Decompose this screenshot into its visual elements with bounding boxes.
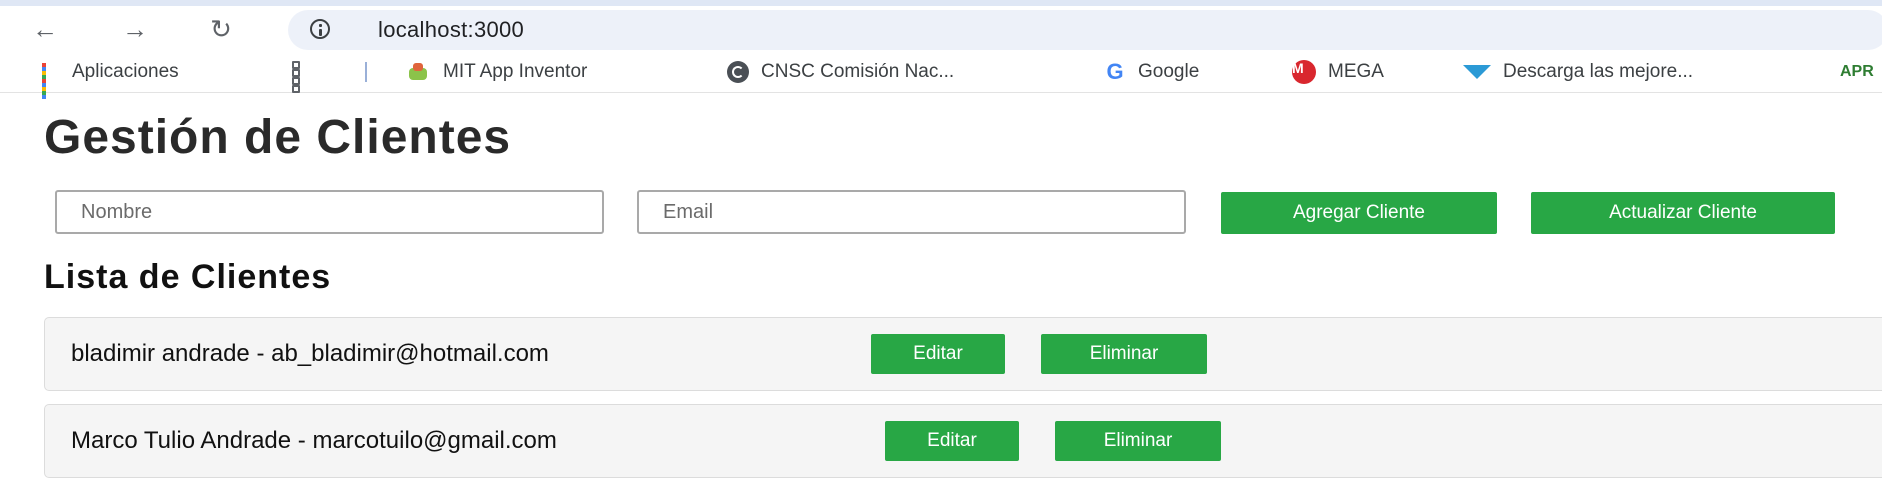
reload-icon[interactable]: ↻ — [204, 14, 238, 44]
list-item: Marco Tulio Andrade - marcotuilo@gmail.c… — [44, 404, 1882, 478]
mega-icon: M — [1292, 60, 1316, 84]
bookmark-descarga[interactable]: Descarga las mejore... — [1463, 52, 1693, 92]
list-title: Lista de Clientes — [44, 258, 332, 296]
name-input[interactable] — [55, 190, 604, 234]
delete-button[interactable]: Eliminar — [1041, 334, 1207, 374]
bookmark-apr[interactable]: APR — [1840, 52, 1874, 92]
apr-icon: APR — [1840, 63, 1874, 80]
bookmark-label: MEGA — [1328, 61, 1384, 82]
bookmark-cnsc[interactable]: CNSC Comisión Nac... — [727, 52, 954, 92]
bookmark-label: MIT App Inventor — [443, 61, 588, 82]
list-item: bladimir andrade - ab_bladimir@hotmail.c… — [44, 317, 1882, 391]
download-icon — [1463, 65, 1491, 79]
bookmark-mit-app-inventor[interactable]: MIT App Inventor — [405, 52, 587, 92]
mit-app-inventor-icon — [405, 62, 431, 82]
client-info: bladimir andrade - ab_bladimir@hotmail.c… — [71, 340, 549, 367]
delete-button[interactable]: Eliminar — [1055, 421, 1221, 461]
apps-grid-icon — [42, 63, 60, 99]
google-icon: G — [1106, 59, 1124, 84]
bookmark-label: CNSC Comisión Nac... — [761, 61, 955, 82]
bookmark-label: Google — [1138, 61, 1200, 82]
back-arrow-icon[interactable]: ← — [28, 14, 62, 44]
bookmarks-bar: Aplicaciones MIT App Inventor CNSC Comis… — [0, 52, 1882, 99]
url-text[interactable]: localhost:3000 — [378, 17, 524, 43]
client-info: Marco Tulio Andrade - marcotuilo@gmail.c… — [71, 427, 557, 454]
edit-button[interactable]: Editar — [871, 334, 1005, 374]
cnsc-icon — [727, 61, 749, 83]
edit-button[interactable]: Editar — [885, 421, 1019, 461]
bookmark-separator — [365, 62, 367, 82]
bookmark-aplicaciones[interactable]: Aplicaciones — [42, 52, 179, 99]
forward-arrow-icon[interactable]: → — [118, 14, 152, 44]
bookmark-google[interactable]: G Google — [1104, 52, 1199, 92]
bookmark-tab-groups[interactable] — [292, 52, 326, 93]
bookmark-mega[interactable]: M MEGA — [1292, 52, 1384, 92]
email-input[interactable] — [637, 190, 1186, 234]
bookmark-label: Aplicaciones — [72, 61, 179, 82]
info-icon[interactable] — [310, 19, 330, 39]
bookmark-label: Descarga las mejore... — [1503, 61, 1694, 82]
address-bar[interactable]: localhost:3000 — [288, 10, 1882, 50]
update-client-button[interactable]: Actualizar Cliente — [1531, 192, 1835, 234]
browser-toolbar: ← → ↻ localhost:3000 — [0, 6, 1882, 52]
tab-groups-icon — [292, 61, 314, 93]
page-title: Gestión de Clientes — [44, 111, 512, 164]
add-client-button[interactable]: Agregar Cliente — [1221, 192, 1497, 234]
